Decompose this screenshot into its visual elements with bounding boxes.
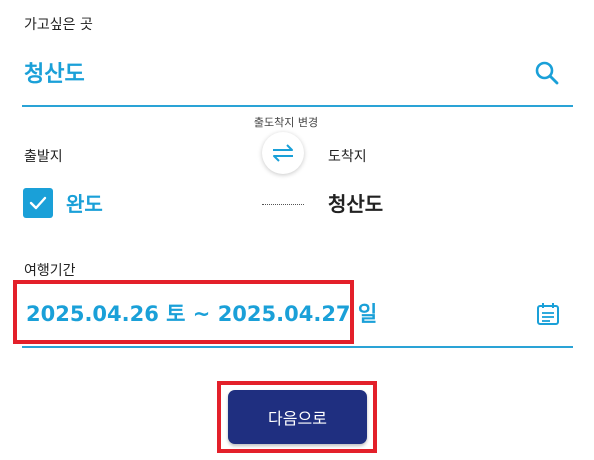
period-label: 여행기간: [24, 263, 76, 279]
calendar-icon: [537, 303, 559, 325]
destination-point-label: 도착지: [328, 149, 367, 165]
date-range-field[interactable]: 2025.04.26 토 ~ 2025.04.27 일: [26, 298, 377, 328]
calendar-button[interactable]: [534, 300, 562, 328]
route-connector: [262, 204, 304, 205]
origin-label: 출발지: [24, 149, 63, 165]
search-icon: [535, 61, 559, 85]
next-button[interactable]: 다음으로: [228, 390, 367, 444]
destination-underline: [22, 105, 573, 107]
period-underline: [22, 346, 573, 348]
swap-button[interactable]: [262, 132, 304, 174]
checkmark-icon: [29, 196, 47, 210]
swap-caption: 출도착지 변경: [253, 116, 319, 129]
destination-name: 청산도: [328, 192, 384, 216]
search-button[interactable]: [532, 58, 562, 88]
origin-checkbox[interactable]: [23, 188, 53, 218]
origin-name: 완도: [66, 192, 103, 216]
swap-arrows-icon: [273, 144, 293, 162]
destination-input[interactable]: 청산도: [24, 56, 85, 88]
destination-label: 가고싶은 곳: [24, 17, 93, 33]
